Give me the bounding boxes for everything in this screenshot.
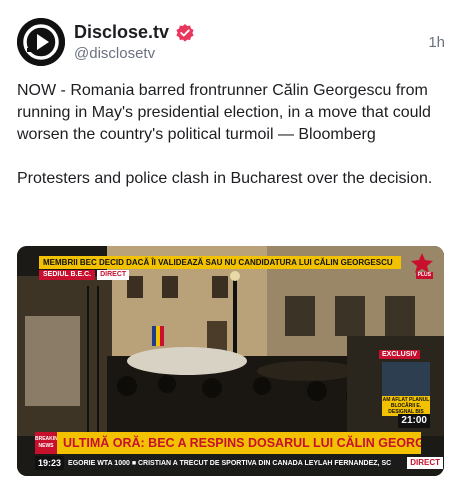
post-card: Disclose.tv @disclosetv 1h NOW - Romania… [0, 0, 461, 500]
ticker-live-label: DIRECT [407, 457, 443, 469]
ticker-time: 19:23 [35, 456, 65, 470]
top-banner: MEMBRII BEC DECID DACĂ ÎI VALIDEAZĂ SAU … [39, 256, 401, 269]
news-ticker: 19:23 EGORIE WTA 1000 ■ CRISTIAN A TRECU… [35, 456, 444, 470]
channel-logo-icon [411, 253, 433, 273]
location-row: SEDIUL B.E.C. DIRECT [39, 270, 130, 280]
author-display-name[interactable]: Disclose.tv [74, 22, 169, 43]
channel-plus-label: PLUS [415, 272, 433, 279]
post-media-video[interactable]: MEMBRII BEC DECID DACĂ ÎI VALIDEAZĂ SAU … [17, 246, 444, 476]
exclusive-badge: EXCLUSIV [378, 350, 420, 359]
inset-caption: AM AFLAT PLANUL BLOCĂRII E. DESIGNAL BIS [382, 396, 430, 416]
post-text: NOW - Romania barred frontrunner Călin G… [17, 80, 445, 212]
post-paragraph: Protesters and police clash in Bucharest… [17, 170, 433, 187]
news-headline: ULTIMĂ ORĂ: BEC A RESPINS DOSARUL LUI CĂ… [57, 432, 421, 454]
ticker-text: EGORIE WTA 1000 ■ CRISTIAN A TRECUT DE S… [68, 459, 392, 467]
breaking-news-badge: BREAKING NEWS [35, 432, 62, 454]
inset-video-thumbnail [382, 362, 430, 396]
live-label: DIRECT [97, 270, 130, 280]
verified-badge-icon [176, 23, 194, 42]
post-paragraph: NOW - Romania barred frontrunner Călin G… [17, 82, 431, 143]
broadcast-clock: 21:00 [398, 414, 430, 428]
author-row: Disclose.tv [74, 22, 195, 43]
post-timestamp[interactable]: 1h [428, 34, 445, 51]
author-handle[interactable]: @disclosetv [74, 45, 155, 62]
disclose-logo-icon[interactable] [17, 18, 65, 66]
location-label: SEDIUL B.E.C. [39, 270, 96, 280]
